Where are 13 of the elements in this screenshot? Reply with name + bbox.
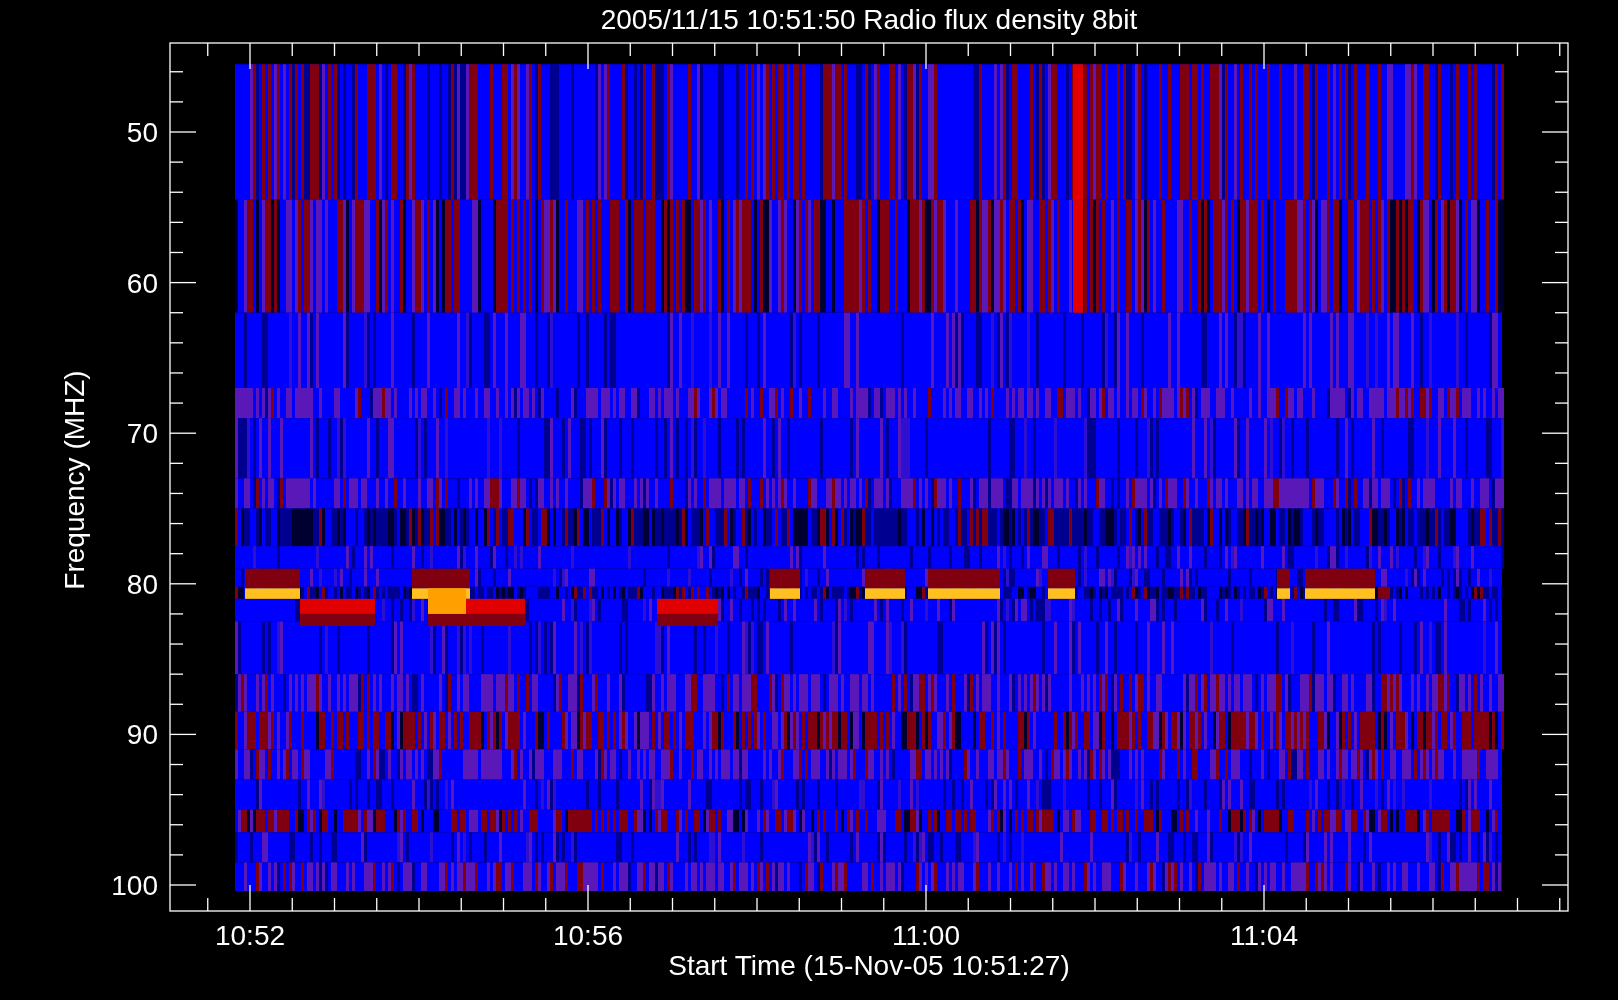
axis-label: Frequency (MHZ)	[59, 370, 90, 590]
tick-label: 10:52	[214, 920, 286, 951]
tick-label: 60	[126, 267, 158, 299]
plot-title: 2005/11/15 10:51:50 Radio flux density 8bit	[600, 4, 1138, 35]
tick-label: 80	[126, 568, 158, 600]
tick-label: 11:00	[892, 920, 960, 951]
tick-label: 11:04	[1230, 920, 1298, 951]
axis-label: Start Time (15-Nov-05 10:51:27)	[668, 950, 1070, 981]
tick-label: 50	[126, 117, 158, 148]
tick-label: 70	[126, 418, 158, 450]
tick-label: 10:56	[552, 920, 624, 951]
tick-label: 90	[126, 719, 158, 751]
tick-label: 100	[111, 870, 158, 901]
